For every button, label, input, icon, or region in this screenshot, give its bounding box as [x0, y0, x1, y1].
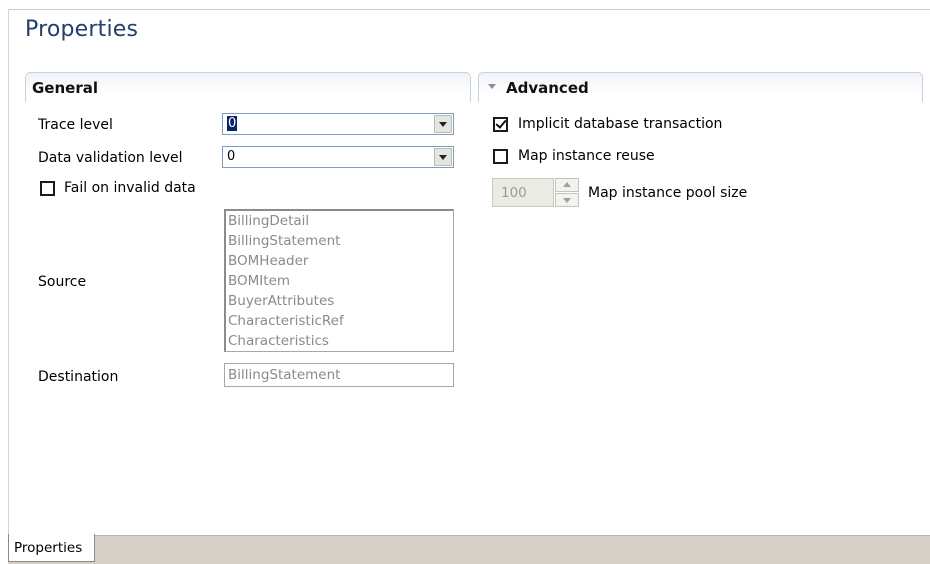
bottom-tab-bar — [8, 535, 930, 564]
list-item[interactable]: BillingDetail — [226, 211, 453, 231]
dropdown-arrow-icon[interactable] — [434, 148, 452, 166]
destination-value: BillingStatement — [228, 367, 341, 383]
fail-on-invalid-data-label: Fail on invalid data — [64, 180, 196, 196]
fail-on-invalid-data-checkbox[interactable] — [40, 181, 55, 196]
destination-field[interactable]: BillingStatement — [224, 363, 454, 387]
spin-down-icon[interactable] — [555, 193, 579, 207]
map-instance-pool-size-spinner[interactable]: 100 — [492, 178, 580, 207]
general-section-header: General — [25, 72, 471, 102]
list-item[interactable]: BOMItem — [226, 271, 453, 291]
tab-properties-label: Properties — [14, 540, 83, 556]
chevron-down-icon[interactable] — [488, 84, 496, 89]
map-instance-pool-size-label: Map instance pool size — [588, 185, 748, 201]
implicit-db-transaction-label: Implicit database transaction — [518, 116, 723, 132]
list-item[interactable]: BuyerAttributes — [226, 291, 453, 311]
pool-size-field[interactable]: 100 — [492, 178, 554, 207]
source-label: Source — [38, 274, 87, 290]
trace-level-label: Trace level — [38, 117, 113, 133]
map-instance-reuse-label: Map instance reuse — [518, 148, 655, 164]
data-validation-level-value: 0 — [227, 149, 236, 164]
trace-level-value: 0 — [227, 116, 238, 131]
general-section-title: General — [32, 79, 98, 97]
data-validation-level-label: Data validation level — [38, 150, 183, 166]
list-item[interactable]: CharacteristicRef — [226, 311, 453, 331]
list-item[interactable]: BillingStatement — [226, 231, 453, 251]
page-title: Properties — [25, 17, 139, 42]
dropdown-arrow-icon[interactable] — [434, 115, 452, 133]
data-validation-level-combo[interactable]: 0 — [222, 146, 454, 168]
list-item[interactable]: Characteristics — [226, 331, 453, 351]
list-item[interactable]: BOMHeader — [226, 251, 453, 271]
destination-label: Destination — [38, 369, 119, 385]
trace-level-combo[interactable]: 0 — [222, 113, 454, 135]
advanced-section-header[interactable]: Advanced — [478, 72, 923, 102]
source-list[interactable]: BillingDetail BillingStatement BOMHeader… — [224, 209, 454, 352]
tab-properties[interactable]: Properties — [8, 534, 95, 562]
spin-up-icon[interactable] — [555, 178, 579, 192]
implicit-db-transaction-checkbox[interactable] — [493, 117, 508, 132]
advanced-section-title: Advanced — [506, 79, 589, 97]
map-instance-reuse-checkbox[interactable] — [493, 149, 508, 164]
pool-size-value: 100 — [501, 185, 527, 201]
